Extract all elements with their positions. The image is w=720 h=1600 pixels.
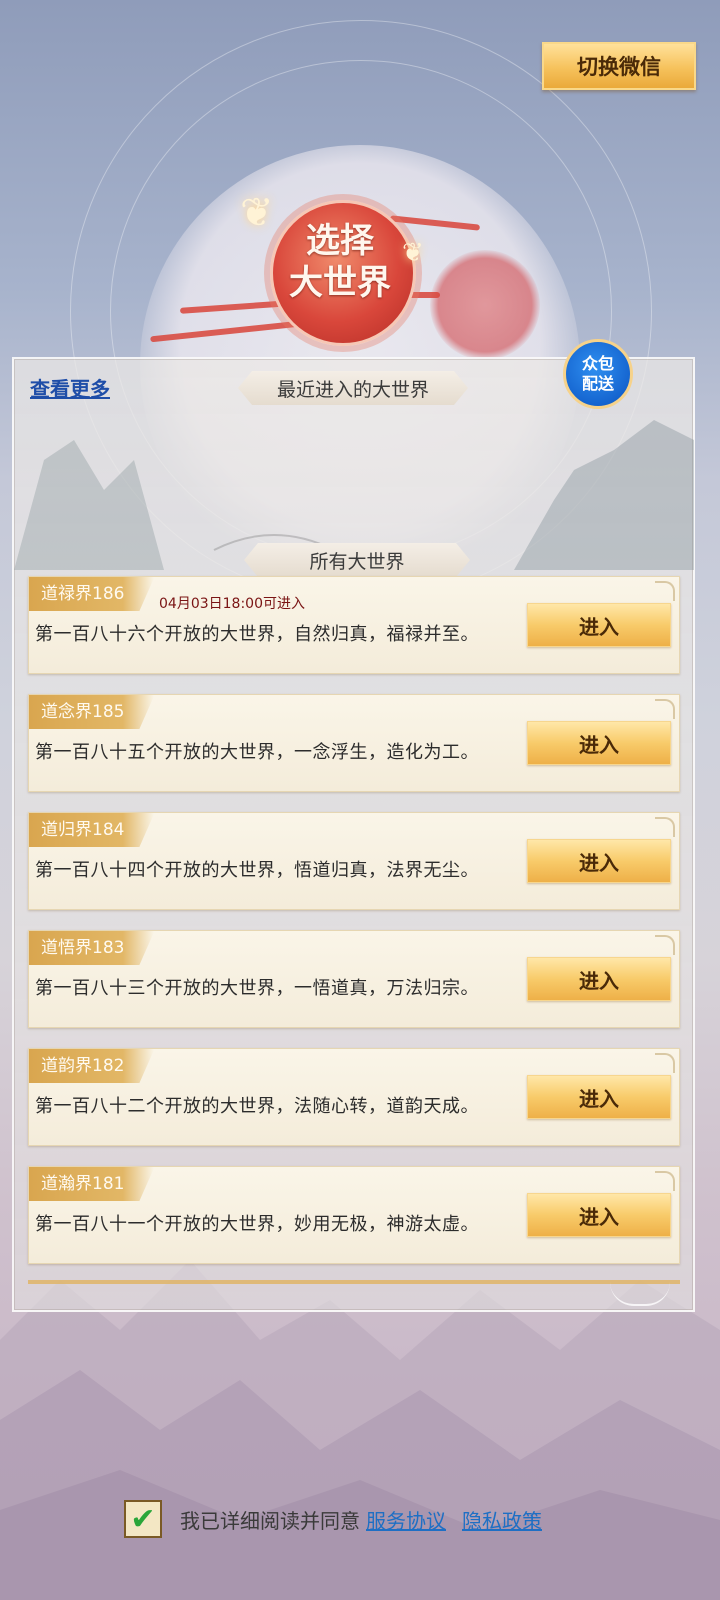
world-card: 道瀚界181 第一百八十一个开放的大世界，妙用无极，神游太虚。 进入 <box>28 1166 680 1264</box>
see-more-link[interactable]: 查看更多 <box>30 373 110 402</box>
emblem-ribbon <box>150 319 310 343</box>
butterfly-icon: ❦ <box>402 238 424 268</box>
agreement-row: ✔ 我已详细阅读并同意 服务协议 隐私政策 <box>124 1500 542 1538</box>
world-list: 道禄界186 04月03日18:00可进入 第一百八十六个开放的大世界，自然归真… <box>28 576 680 1284</box>
world-description: 第一百八十五个开放的大世界，一念浮生，造化为工。 <box>35 742 479 763</box>
world-description: 第一百八十一个开放的大世界，妙用无极，神游太虚。 <box>35 1214 479 1235</box>
world-name: 道悟界183 <box>29 931 155 965</box>
select-world-emblem: 选择 大世界 ❦ ❦ <box>140 180 500 360</box>
crowd-delivery-badge[interactable]: 众包 配送 <box>563 339 633 409</box>
world-description: 第一百八十二个开放的大世界，法随心转，道韵天成。 <box>35 1096 479 1117</box>
world-description: 第一百八十三个开放的大世界，一悟道真，万法归宗。 <box>35 978 479 999</box>
enter-world-button[interactable]: 进入 <box>527 603 671 647</box>
emblem-title: 选择 大世界 <box>270 220 410 304</box>
crowd-badge-line1: 众包 <box>581 354 614 373</box>
world-name: 道瀚界181 <box>29 1167 155 1201</box>
world-card: 道归界184 第一百八十四个开放的大世界，悟道归真，法界无尘。 进入 <box>28 812 680 910</box>
enter-world-button[interactable]: 进入 <box>527 1075 671 1119</box>
checkmark-icon: ✔ <box>130 1501 156 1537</box>
world-name: 道念界185 <box>29 695 155 729</box>
agreement-text: 我已详细阅读并同意 <box>180 1508 360 1533</box>
crowd-badge-line2: 配送 <box>581 374 614 393</box>
all-worlds-title: 所有大世界 <box>244 543 470 577</box>
world-card: 道悟界183 第一百八十三个开放的大世界，一悟道真，万法归宗。 进入 <box>28 930 680 1028</box>
service-agreement-link[interactable]: 服务协议 <box>366 1505 446 1534</box>
world-card: 道禄界186 04月03日18:00可进入 第一百八十六个开放的大世界，自然归真… <box>28 576 680 674</box>
list-scroll-edge <box>28 1280 680 1284</box>
world-description: 第一百八十六个开放的大世界，自然归真，福禄并至。 <box>35 624 479 645</box>
world-card: 道韵界182 第一百八十二个开放的大世界，法随心转，道韵天成。 进入 <box>28 1048 680 1146</box>
world-open-time: 04月03日18:00可进入 <box>159 596 305 612</box>
recent-worlds-title: 最近进入的大世界 <box>238 371 468 405</box>
world-card: 道念界185 第一百八十五个开放的大世界，一念浮生，造化为工。 进入 <box>28 694 680 792</box>
switch-wechat-button[interactable]: 切换微信 <box>542 42 696 90</box>
butterfly-icon: ❦ <box>240 190 274 236</box>
world-description: 第一百八十四个开放的大世界，悟道归真，法界无尘。 <box>35 860 479 881</box>
world-name: 道韵界182 <box>29 1049 155 1083</box>
world-name: 道禄界186 <box>29 577 155 611</box>
enter-world-button[interactable]: 进入 <box>527 839 671 883</box>
privacy-policy-link[interactable]: 隐私政策 <box>462 1505 542 1534</box>
enter-world-button[interactable]: 进入 <box>527 1193 671 1237</box>
world-name: 道归界184 <box>29 813 155 847</box>
emblem-title-line1: 选择 <box>306 221 374 261</box>
enter-world-button[interactable]: 进入 <box>527 957 671 1001</box>
emblem-title-line2: 大世界 <box>289 263 391 303</box>
agreement-checkbox[interactable]: ✔ <box>124 1500 162 1538</box>
enter-world-button[interactable]: 进入 <box>527 721 671 765</box>
